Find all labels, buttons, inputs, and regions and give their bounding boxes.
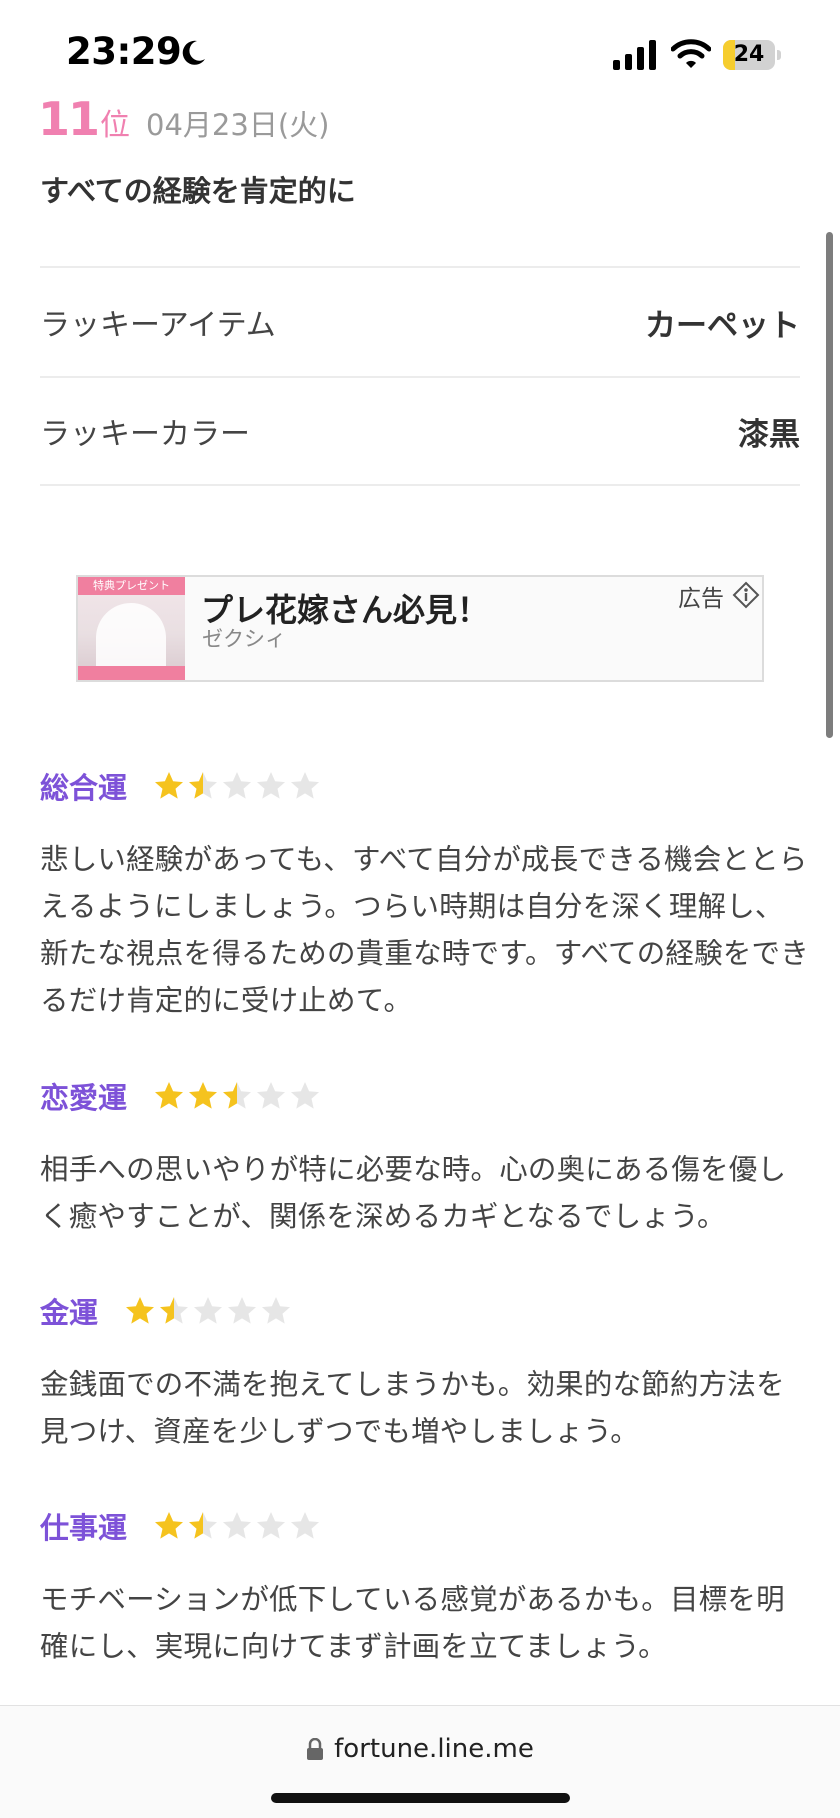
browser-bottom-bar: fortune.line.me [0, 1705, 840, 1818]
fortune-date: 04月23日(火) [146, 108, 330, 142]
lucky-item-label: ラッキーアイテム [40, 308, 276, 343]
star-rating [124, 1295, 294, 1327]
status-bar: 23:29 24 [0, 0, 840, 100]
star-full-icon [155, 772, 184, 799]
scrollbar[interactable] [826, 232, 833, 738]
home-indicator[interactable] [271, 1793, 570, 1803]
lucky-color-value: 漆黒 [738, 416, 800, 453]
ad-label: 広告 [678, 586, 724, 612]
address-bar[interactable]: fortune.line.me [0, 1734, 840, 1764]
rank-suffix: 位 [100, 108, 131, 143]
star-full-icon [155, 1082, 184, 1109]
star-empty-icon [291, 1082, 320, 1109]
star-empty-icon [228, 1297, 257, 1324]
fortune-section-money: 金運 金銭面での不満を抱えてしまうかも。効果的な節約方法を見つけ、資産を少しずつ… [40, 1291, 810, 1455]
star-rating [153, 1510, 323, 1542]
star-full-icon [189, 1082, 218, 1109]
battery-icon: 24 [723, 40, 781, 70]
star-half-icon [189, 1512, 218, 1539]
fortune-section-work: 仕事運 モチベーションが低下している感覚があるかも。目標を明確にし、実現に向けて… [40, 1506, 810, 1670]
lock-icon [307, 1738, 324, 1760]
fortune-title: 恋愛運 [40, 1081, 128, 1115]
ad-advertiser: ゼクシィ [202, 627, 286, 651]
moon-icon [182, 40, 205, 65]
rank-number: 11 [38, 92, 100, 146]
info-icon[interactable] [732, 581, 760, 609]
ad-image-tag: 特典プレゼント [78, 577, 185, 595]
star-empty-icon [257, 772, 286, 799]
star-rating [153, 1080, 323, 1112]
star-empty-icon [291, 772, 320, 799]
page-headline: すべての経験を肯定的に [40, 174, 356, 208]
fortune-text: モチベーションが低下している感覚があるかも。目標を明確にし、実現に向けてまず計画… [40, 1583, 785, 1663]
status-time: 23:29 [66, 30, 182, 73]
fortune-text: 悲しい経験があっても、すべて自分が成長できる機会ととらえるようにしましょう。つら… [40, 843, 809, 1017]
battery-level-text: 24 [733, 42, 765, 67]
star-full-icon [155, 1512, 184, 1539]
ad-image[interactable]: 特典プレゼント [78, 577, 185, 680]
fortune-text: 相手への思いやりが特に必要な時。心の奥にある傷を優しく癒やすことが、関係を深める… [40, 1153, 787, 1233]
star-empty-icon [262, 1297, 291, 1324]
url-text[interactable]: fortune.line.me [334, 1734, 534, 1764]
star-half-icon [189, 772, 218, 799]
star-empty-icon [257, 1512, 286, 1539]
lucky-color-label: ラッキーカラー [40, 417, 250, 452]
star-empty-icon [194, 1297, 223, 1324]
fortune-text: 金銭面での不満を抱えてしまうかも。効果的な節約方法を見つけ、資産を少しずつでも増… [40, 1368, 785, 1448]
lucky-table: ラッキーアイテム カーペット ラッキーカラー 漆黒 [40, 266, 800, 486]
fortune-section-overall: 総合運 悲しい経験があっても、すべて自分が成長できる機会ととらえるようにしましょ… [40, 766, 810, 1024]
star-empty-icon [223, 772, 252, 799]
ad-banner[interactable]: 特典プレゼント プレ花嫁さん必見！ ゼクシィ 広告 [76, 575, 764, 682]
lucky-color-row: ラッキーカラー 漆黒 [40, 376, 800, 486]
star-rating [153, 770, 323, 802]
star-empty-icon [223, 1512, 252, 1539]
star-full-icon [126, 1297, 155, 1324]
star-half-icon [223, 1082, 252, 1109]
rank-row: 11位 04月23日(火) [38, 92, 329, 148]
fortune-title: 総合運 [40, 771, 128, 805]
star-empty-icon [291, 1512, 320, 1539]
lucky-item-row: ラッキーアイテム カーペット [40, 266, 800, 376]
wifi-icon [671, 39, 711, 68]
star-half-icon [160, 1297, 189, 1324]
cellular-signal-icon [613, 40, 656, 70]
star-empty-icon [257, 1082, 286, 1109]
lucky-item-value: カーペット [645, 307, 800, 344]
fortune-title: 金運 [40, 1296, 99, 1330]
fortune-title: 仕事運 [40, 1511, 128, 1545]
fortune-section-love: 恋愛運 相手への思いやりが特に必要な時。心の奥にある傷を優しく癒やすことが、関係… [40, 1076, 810, 1240]
